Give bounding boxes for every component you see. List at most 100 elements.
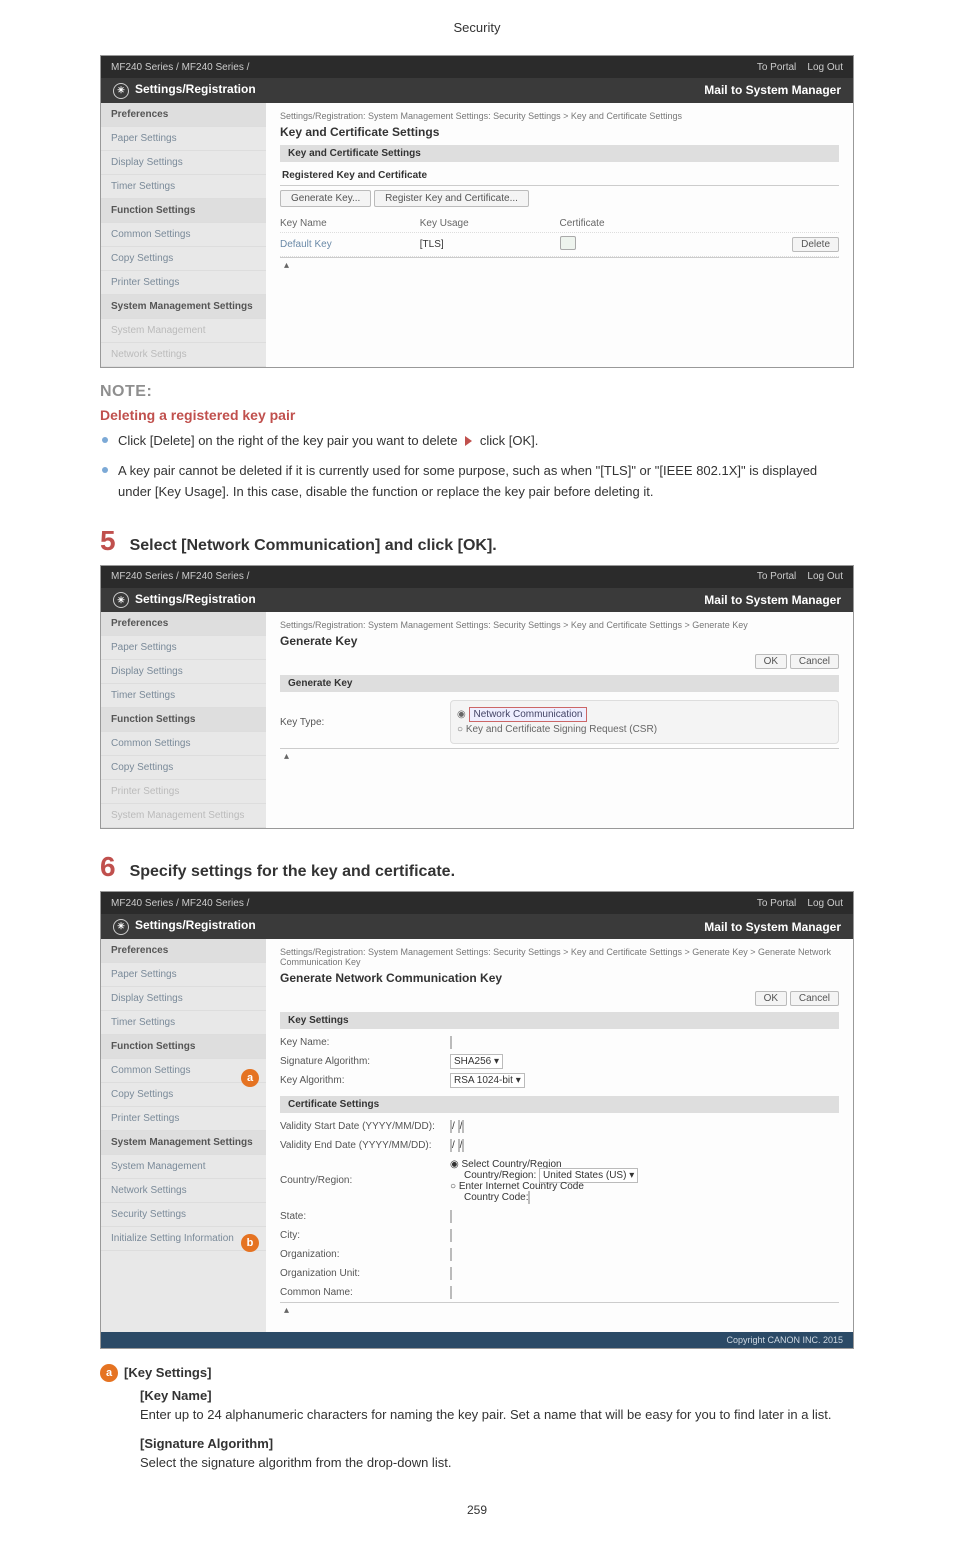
mail-to-sysmgr-link[interactable]: Mail to System Manager: [704, 593, 841, 607]
log-out-link[interactable]: Log Out: [807, 898, 843, 909]
certificate-icon[interactable]: [560, 236, 576, 250]
generate-key-button[interactable]: Generate Key...: [280, 190, 371, 207]
ok-button[interactable]: OK: [755, 991, 787, 1006]
sidebar-security-settings[interactable]: Security Settings: [101, 1203, 266, 1227]
key-settings-subhead: Key Settings: [280, 1012, 839, 1029]
state-input[interactable]: [450, 1210, 452, 1223]
orgunit-input[interactable]: [450, 1267, 452, 1280]
main-title: Generate Key: [280, 634, 839, 648]
validity-start-y[interactable]: [450, 1120, 452, 1133]
key-alg-label: Key Algorithm:: [280, 1075, 450, 1086]
cert-settings-subhead: Certificate Settings: [280, 1096, 839, 1113]
row-key-usage: [TLS]: [420, 239, 560, 250]
row-key-name[interactable]: Default Key: [280, 239, 420, 250]
sidebar-printer-settings[interactable]: Printer Settings: [101, 271, 266, 295]
delete-button[interactable]: Delete: [792, 237, 839, 252]
sidebar-function-settings: Function Settings: [101, 199, 266, 223]
series-label: MF240 Series / MF240 Series /: [111, 898, 249, 909]
sidebar-paper-settings[interactable]: Paper Settings: [101, 963, 266, 987]
balloon-a: a: [241, 1069, 259, 1087]
sidebar-copy-settings[interactable]: Copy Settings: [101, 756, 266, 780]
sidebar-preferences: Preferences: [101, 612, 266, 636]
series-label: MF240 Series / MF240 Series /: [111, 62, 249, 73]
sig-alg-desc: Select the signature algorithm from the …: [140, 1453, 854, 1473]
csr-option[interactable]: Key and Certificate Signing Request (CSR…: [466, 724, 657, 735]
breadcrumb: Settings/Registration: System Management…: [280, 111, 839, 121]
sidebar-timer-settings[interactable]: Timer Settings: [101, 1011, 266, 1035]
country-code-label: Country Code:: [464, 1192, 528, 1203]
key-name-subtitle: [Key Name]: [140, 1388, 854, 1403]
sidebar-printer-settings[interactable]: Printer Settings: [101, 780, 266, 804]
to-portal-link[interactable]: To Portal: [757, 898, 796, 909]
sidebar-system-management[interactable]: System Management: [101, 319, 266, 343]
screenshot-generate-network-key: MF240 Series / MF240 Series / To Portal …: [100, 891, 854, 1349]
sidebar-sysmgmt-settings: System Management Settings: [101, 804, 266, 828]
settings-registration-title: Settings/Registration: [135, 918, 256, 932]
validity-start-label: Validity Start Date (YYYY/MM/DD):: [280, 1121, 450, 1132]
radio-csr[interactable]: ○: [457, 724, 466, 735]
to-portal-link[interactable]: To Portal: [757, 571, 796, 582]
col-certificate: Certificate: [560, 218, 700, 229]
country-code-input[interactable]: [528, 1191, 530, 1204]
common-name-input[interactable]: [450, 1286, 452, 1299]
collapse-toggle[interactable]: ▴: [280, 257, 839, 273]
cancel-button[interactable]: Cancel: [790, 991, 839, 1006]
settings-registration-title: Settings/Registration: [135, 82, 256, 96]
sidebar-display-settings[interactable]: Display Settings: [101, 987, 266, 1011]
log-out-link[interactable]: Log Out: [807, 571, 843, 582]
main-title: Key and Certificate Settings: [280, 125, 839, 139]
collapse-toggle[interactable]: ▴: [280, 1302, 839, 1318]
state-label: State:: [280, 1211, 450, 1222]
validity-start-m[interactable]: [458, 1120, 460, 1133]
sidebar-paper-settings[interactable]: Paper Settings: [101, 636, 266, 660]
validity-start-d[interactable]: [462, 1120, 464, 1133]
sidebar-printer-settings[interactable]: Printer Settings: [101, 1107, 266, 1131]
network-communication-option[interactable]: Network Communication: [469, 707, 588, 722]
mail-to-sysmgr-link[interactable]: Mail to System Manager: [704, 920, 841, 934]
sidebar-common-settings[interactable]: Common Settings: [101, 223, 266, 247]
sidebar-timer-settings[interactable]: Timer Settings: [101, 684, 266, 708]
sidebar-common-settings[interactable]: Common Settings: [101, 732, 266, 756]
balloon-a-label: a: [100, 1364, 118, 1382]
balloon-b: b: [241, 1234, 259, 1252]
sidebar-timer-settings[interactable]: Timer Settings: [101, 175, 266, 199]
sig-alg-subtitle: [Signature Algorithm]: [140, 1436, 854, 1451]
sidebar-display-settings[interactable]: Display Settings: [101, 660, 266, 684]
log-out-link[interactable]: Log Out: [807, 62, 843, 73]
main-title: Generate Network Communication Key: [280, 971, 839, 985]
sidebar-copy-settings[interactable]: Copy Settings: [101, 247, 266, 271]
radio-select-country[interactable]: ◉: [450, 1159, 462, 1170]
sidebar-function-settings: Function Settings: [101, 1035, 266, 1059]
section-registered-key: Registered Key and Certificate: [280, 166, 839, 186]
cancel-button[interactable]: Cancel: [790, 654, 839, 669]
register-key-cert-button[interactable]: Register Key and Certificate...: [374, 190, 529, 207]
sidebar-system-management[interactable]: System Management: [101, 1155, 266, 1179]
page-number: 259: [100, 1503, 854, 1517]
note-subheading: Deleting a registered key pair: [100, 407, 854, 423]
sidebar-preferences: Preferences: [101, 939, 266, 963]
country-region-label: Country/Region:: [280, 1175, 450, 1186]
collapse-toggle[interactable]: ▴: [280, 748, 839, 764]
sidebar-copy-settings[interactable]: Copy Settings: [101, 1083, 266, 1107]
col-key-usage: Key Usage: [420, 218, 560, 229]
sig-alg-select[interactable]: SHA256 ▾: [450, 1054, 503, 1069]
ok-button[interactable]: OK: [755, 654, 787, 669]
subhead: Generate Key: [280, 675, 839, 692]
breadcrumb: Settings/Registration: System Management…: [280, 620, 839, 630]
sidebar-display-settings[interactable]: Display Settings: [101, 151, 266, 175]
radio-network-comm[interactable]: ◉: [457, 709, 469, 720]
mail-to-sysmgr-link[interactable]: Mail to System Manager: [704, 83, 841, 97]
validity-end-d[interactable]: [462, 1139, 464, 1152]
key-settings-title: [Key Settings]: [124, 1365, 211, 1380]
org-input[interactable]: [450, 1248, 452, 1261]
validity-end-m[interactable]: [458, 1139, 460, 1152]
radio-enter-code[interactable]: ○: [450, 1181, 459, 1192]
sidebar-paper-settings[interactable]: Paper Settings: [101, 127, 266, 151]
city-input[interactable]: [450, 1229, 452, 1242]
to-portal-link[interactable]: To Portal: [757, 62, 796, 73]
sidebar-network-settings[interactable]: Network Settings: [101, 343, 266, 367]
key-name-input[interactable]: [450, 1036, 452, 1049]
validity-end-y[interactable]: [450, 1139, 452, 1152]
key-alg-select[interactable]: RSA 1024-bit ▾: [450, 1073, 525, 1088]
sidebar-network-settings[interactable]: Network Settings: [101, 1179, 266, 1203]
